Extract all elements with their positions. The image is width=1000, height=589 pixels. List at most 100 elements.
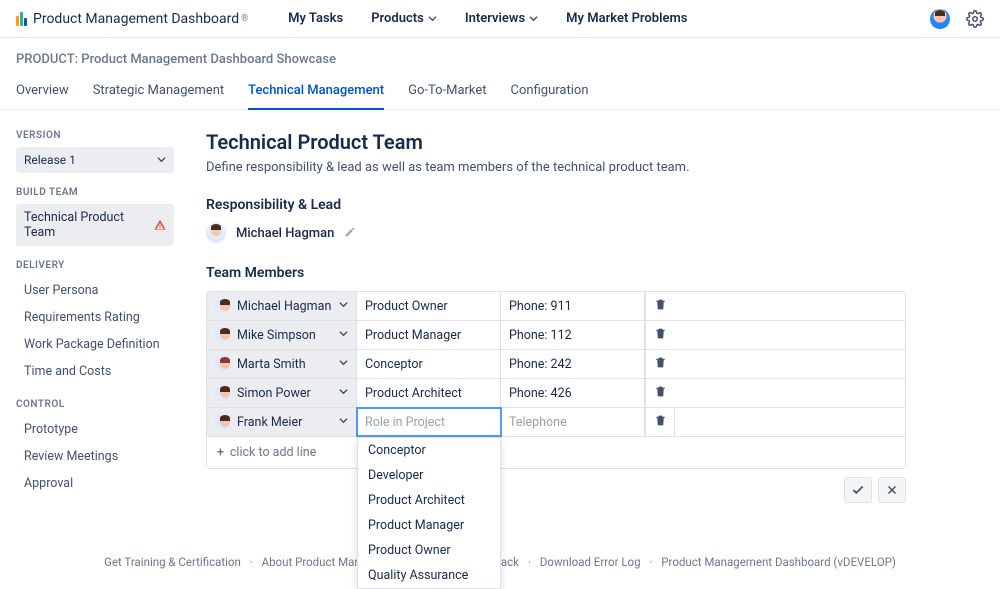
role-input[interactable]: Product Architect <box>357 379 501 407</box>
role-value: Product Manager <box>357 322 500 349</box>
sidebar-label-build: BUILD TEAM <box>16 187 174 198</box>
role-input[interactable]: Product Owner <box>357 292 501 320</box>
delete-row-button[interactable] <box>645 379 675 407</box>
member-name: Michael Hagman <box>237 299 331 314</box>
nav-my-tasks[interactable]: My Tasks <box>288 11 343 26</box>
team-row-add: + click to add line <box>207 437 905 468</box>
warning-icon <box>154 219 166 231</box>
phone-value: Phone: 242 <box>501 351 644 378</box>
dropdown-option[interactable]: Product Manager <box>358 513 500 538</box>
chevron-down-icon <box>339 329 348 341</box>
sidebar-label-version: VERSION <box>16 130 174 141</box>
role-value: Conceptor <box>357 351 500 378</box>
member-avatar-icon <box>215 327 231 343</box>
lead-name: Michael Hagman <box>236 226 334 241</box>
top-bar: Product Management Dashboard ® My Tasks … <box>0 0 1000 38</box>
delete-row-button[interactable] <box>645 292 675 320</box>
user-avatar-icon[interactable] <box>930 9 950 29</box>
chevron-down-icon <box>339 358 348 370</box>
member-name: Mike Simpson <box>237 328 316 343</box>
tab-gtm[interactable]: Go-To-Market <box>408 77 486 109</box>
sidebar: VERSION Release 1 BUILD TEAM Technical P… <box>16 130 174 503</box>
phone-value: Phone: 911 <box>501 293 644 320</box>
team-row: Mike Simpson Product Manager Phone: 112 <box>207 321 905 350</box>
lead-avatar-icon <box>206 223 226 243</box>
member-select[interactable]: Marta Smith <box>207 350 356 378</box>
delete-row-button[interactable] <box>645 350 675 378</box>
sidebar-item-approval[interactable]: Approval <box>16 470 174 497</box>
sidebar-item-wpd[interactable]: Work Package Definition <box>16 331 174 358</box>
trash-icon <box>654 327 667 344</box>
member-select[interactable]: Mike Simpson <box>207 321 356 349</box>
dropdown-option[interactable]: Product Owner <box>358 538 500 563</box>
member-avatar-icon <box>215 414 231 430</box>
phone-input[interactable]: Telephone <box>501 408 645 436</box>
sidebar-label-control: CONTROL <box>16 399 174 410</box>
phone-input[interactable]: Phone: 112 <box>501 321 645 349</box>
nav-products[interactable]: Products <box>371 11 437 26</box>
role-input[interactable]: Product Manager <box>357 321 501 349</box>
chevron-down-icon <box>428 14 437 23</box>
nav-market-problems[interactable]: My Market Problems <box>566 11 687 26</box>
footer-errorlog[interactable]: Download Error Log <box>540 555 641 569</box>
phone-value: Phone: 112 <box>501 322 644 349</box>
confirm-button[interactable] <box>844 477 872 503</box>
tab-overview[interactable]: Overview <box>16 77 69 109</box>
version-select[interactable]: Release 1 <box>16 147 174 173</box>
settings-gear-icon[interactable] <box>966 10 984 28</box>
tab-strategic[interactable]: Strategic Management <box>93 77 224 109</box>
top-right <box>930 9 984 29</box>
trash-icon <box>654 385 667 402</box>
delete-row-button[interactable] <box>645 321 675 349</box>
role-input[interactable]: Conceptor <box>357 350 501 378</box>
nav-interviews[interactable]: Interviews <box>465 11 538 26</box>
chevron-down-icon <box>339 300 348 312</box>
tab-config[interactable]: Configuration <box>511 77 589 109</box>
page-description: Define responsibility & lead as well as … <box>206 160 906 175</box>
lead-row: Michael Hagman <box>206 223 906 243</box>
cancel-button[interactable] <box>878 477 906 503</box>
member-select[interactable]: Simon Power <box>207 379 356 407</box>
sidebar-item-user-persona[interactable]: User Persona <box>16 277 174 304</box>
chevron-down-icon <box>157 153 166 167</box>
sidebar-item-prototype[interactable]: Prototype <box>16 416 174 443</box>
tab-technical[interactable]: Technical Management <box>248 77 384 110</box>
sidebar-item-technical-team[interactable]: Technical Product Team <box>16 204 174 246</box>
phone-input[interactable]: Phone: 426 <box>501 379 645 407</box>
member-name: Marta Smith <box>237 357 306 372</box>
topnav: My Tasks Products Interviews My Market P… <box>288 11 687 26</box>
sidebar-item-time-costs[interactable]: Time and Costs <box>16 358 174 385</box>
member-name: Simon Power <box>237 386 311 401</box>
footer-dashboard[interactable]: Product Management Dashboard (vDEVELOP) <box>661 555 896 569</box>
dropdown-option[interactable]: Product Architect <box>358 488 500 513</box>
sidebar-item-req-rating[interactable]: Requirements Rating <box>16 304 174 331</box>
edit-pencil-icon[interactable] <box>344 226 356 241</box>
logo-mark-icon <box>16 12 27 26</box>
team-row: Simon Power Product Architect Phone: 426 <box>207 379 905 408</box>
dropdown-option[interactable]: Developer <box>358 463 500 488</box>
section-responsibility-lead: Responsibility & Lead <box>206 197 906 213</box>
member-select[interactable]: Michael Hagman <box>207 292 356 320</box>
phone-input[interactable]: Phone: 242 <box>501 350 645 378</box>
member-select[interactable]: Frank Meier <box>207 408 356 436</box>
footer-training[interactable]: Get Training & Certification <box>104 555 241 569</box>
delete-row-button[interactable] <box>645 408 675 436</box>
chevron-down-icon <box>339 387 348 399</box>
product-breadcrumb: PRODUCT: Product Management Dashboard Sh… <box>0 38 1000 77</box>
trash-icon <box>654 356 667 373</box>
role-dropdown: Conceptor Developer Product Architect Pr… <box>357 437 501 589</box>
nav-interviews-label: Interviews <box>465 11 525 26</box>
role-input[interactable]: Role in Project <box>357 408 501 436</box>
phone-input[interactable]: Phone: 911 <box>501 292 645 320</box>
team-row: Michael Hagman Product Owner Phone: 911 <box>207 292 905 321</box>
sidebar-item-review[interactable]: Review Meetings <box>16 443 174 470</box>
dropdown-option[interactable]: Conceptor <box>358 438 500 463</box>
add-line-button[interactable]: + click to add line <box>207 437 326 468</box>
chevron-down-icon <box>339 416 348 428</box>
sidebar-item-label: Technical Product Team <box>24 210 148 240</box>
trash-icon <box>654 414 667 431</box>
add-line-label: click to add line <box>230 445 316 460</box>
dropdown-option[interactable]: Quality Assurance <box>358 563 500 588</box>
brand-logo[interactable]: Product Management Dashboard ® <box>16 11 248 27</box>
trash-icon <box>654 298 667 315</box>
